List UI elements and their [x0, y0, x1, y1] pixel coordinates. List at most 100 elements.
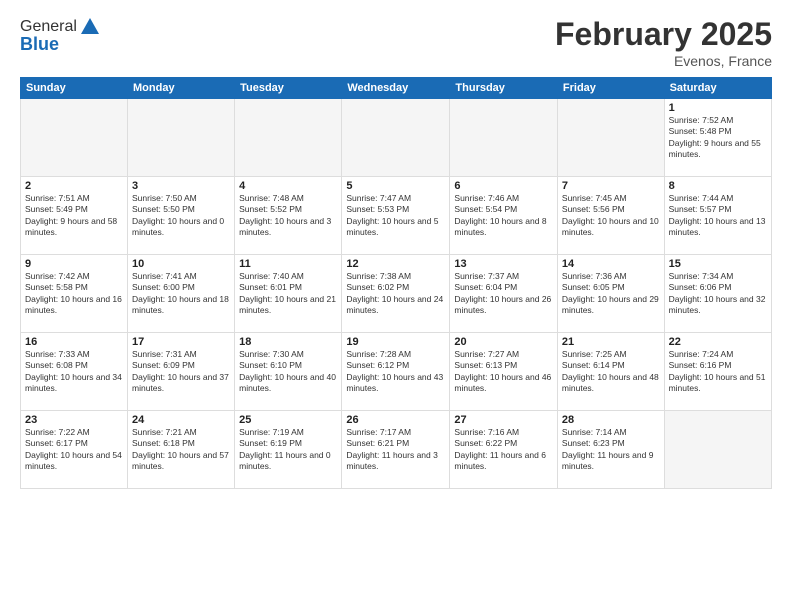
calendar-day-cell: 19Sunrise: 7:28 AM Sunset: 6:12 PM Dayli…: [342, 333, 450, 411]
header-saturday: Saturday: [664, 78, 771, 99]
day-info: Sunrise: 7:21 AM Sunset: 6:18 PM Dayligh…: [132, 427, 230, 473]
calendar-day-cell: 1Sunrise: 7:52 AM Sunset: 5:48 PM Daylig…: [664, 99, 771, 177]
calendar-day-cell: 6Sunrise: 7:46 AM Sunset: 5:54 PM Daylig…: [450, 177, 558, 255]
title-block: February 2025 Evenos, France: [555, 16, 772, 69]
day-number: 5: [346, 180, 445, 192]
day-number: 12: [346, 258, 445, 270]
day-info: Sunrise: 7:48 AM Sunset: 5:52 PM Dayligh…: [239, 193, 337, 239]
day-info: Sunrise: 7:16 AM Sunset: 6:22 PM Dayligh…: [454, 427, 553, 473]
day-number: 14: [562, 258, 660, 270]
day-info: Sunrise: 7:19 AM Sunset: 6:19 PM Dayligh…: [239, 427, 337, 473]
calendar-day-cell: 21Sunrise: 7:25 AM Sunset: 6:14 PM Dayli…: [557, 333, 664, 411]
day-info: Sunrise: 7:31 AM Sunset: 6:09 PM Dayligh…: [132, 349, 230, 395]
page: General Blue February 2025 Evenos, Franc…: [0, 0, 792, 612]
calendar-day-cell: 27Sunrise: 7:16 AM Sunset: 6:22 PM Dayli…: [450, 411, 558, 489]
calendar-day-cell: [21, 99, 128, 177]
calendar-day-cell: [557, 99, 664, 177]
day-number: 21: [562, 336, 660, 348]
day-number: 20: [454, 336, 553, 348]
calendar-day-cell: 17Sunrise: 7:31 AM Sunset: 6:09 PM Dayli…: [128, 333, 235, 411]
header-sunday: Sunday: [21, 78, 128, 99]
calendar-week-row: 16Sunrise: 7:33 AM Sunset: 6:08 PM Dayli…: [21, 333, 772, 411]
location: Evenos, France: [555, 53, 772, 69]
header-tuesday: Tuesday: [235, 78, 342, 99]
calendar-day-cell: 26Sunrise: 7:17 AM Sunset: 6:21 PM Dayli…: [342, 411, 450, 489]
day-number: 10: [132, 258, 230, 270]
day-number: 27: [454, 414, 553, 426]
day-info: Sunrise: 7:38 AM Sunset: 6:02 PM Dayligh…: [346, 271, 445, 317]
calendar-week-row: 23Sunrise: 7:22 AM Sunset: 6:17 PM Dayli…: [21, 411, 772, 489]
day-info: Sunrise: 7:51 AM Sunset: 5:49 PM Dayligh…: [25, 193, 123, 239]
header-friday: Friday: [557, 78, 664, 99]
day-info: Sunrise: 7:36 AM Sunset: 6:05 PM Dayligh…: [562, 271, 660, 317]
day-info: Sunrise: 7:28 AM Sunset: 6:12 PM Dayligh…: [346, 349, 445, 395]
day-number: 17: [132, 336, 230, 348]
calendar-day-cell: 11Sunrise: 7:40 AM Sunset: 6:01 PM Dayli…: [235, 255, 342, 333]
day-info: Sunrise: 7:27 AM Sunset: 6:13 PM Dayligh…: [454, 349, 553, 395]
calendar-day-cell: 10Sunrise: 7:41 AM Sunset: 6:00 PM Dayli…: [128, 255, 235, 333]
calendar-day-cell: 12Sunrise: 7:38 AM Sunset: 6:02 PM Dayli…: [342, 255, 450, 333]
calendar-day-cell: 3Sunrise: 7:50 AM Sunset: 5:50 PM Daylig…: [128, 177, 235, 255]
day-info: Sunrise: 7:47 AM Sunset: 5:53 PM Dayligh…: [346, 193, 445, 239]
calendar-day-cell: [664, 411, 771, 489]
day-info: Sunrise: 7:24 AM Sunset: 6:16 PM Dayligh…: [669, 349, 767, 395]
day-info: Sunrise: 7:41 AM Sunset: 6:00 PM Dayligh…: [132, 271, 230, 317]
day-number: 8: [669, 180, 767, 192]
calendar-day-cell: 25Sunrise: 7:19 AM Sunset: 6:19 PM Dayli…: [235, 411, 342, 489]
calendar-table: Sunday Monday Tuesday Wednesday Thursday…: [20, 77, 772, 489]
header-monday: Monday: [128, 78, 235, 99]
calendar-week-row: 9Sunrise: 7:42 AM Sunset: 5:58 PM Daylig…: [21, 255, 772, 333]
day-number: 6: [454, 180, 553, 192]
day-number: 18: [239, 336, 337, 348]
day-number: 11: [239, 258, 337, 270]
month-title: February 2025: [555, 16, 772, 53]
day-number: 24: [132, 414, 230, 426]
day-info: Sunrise: 7:22 AM Sunset: 6:17 PM Dayligh…: [25, 427, 123, 473]
calendar-day-cell: [342, 99, 450, 177]
day-number: 28: [562, 414, 660, 426]
day-number: 25: [239, 414, 337, 426]
calendar-day-cell: 14Sunrise: 7:36 AM Sunset: 6:05 PM Dayli…: [557, 255, 664, 333]
day-number: 4: [239, 180, 337, 192]
day-number: 19: [346, 336, 445, 348]
calendar-week-row: 1Sunrise: 7:52 AM Sunset: 5:48 PM Daylig…: [21, 99, 772, 177]
calendar-day-cell: 13Sunrise: 7:37 AM Sunset: 6:04 PM Dayli…: [450, 255, 558, 333]
calendar-day-cell: 5Sunrise: 7:47 AM Sunset: 5:53 PM Daylig…: [342, 177, 450, 255]
day-info: Sunrise: 7:14 AM Sunset: 6:23 PM Dayligh…: [562, 427, 660, 473]
header-wednesday: Wednesday: [342, 78, 450, 99]
day-number: 16: [25, 336, 123, 348]
day-info: Sunrise: 7:46 AM Sunset: 5:54 PM Dayligh…: [454, 193, 553, 239]
header: General Blue February 2025 Evenos, Franc…: [20, 16, 772, 69]
calendar-day-cell: [450, 99, 558, 177]
day-info: Sunrise: 7:37 AM Sunset: 6:04 PM Dayligh…: [454, 271, 553, 317]
calendar-day-cell: 4Sunrise: 7:48 AM Sunset: 5:52 PM Daylig…: [235, 177, 342, 255]
day-number: 22: [669, 336, 767, 348]
calendar-day-cell: 20Sunrise: 7:27 AM Sunset: 6:13 PM Dayli…: [450, 333, 558, 411]
calendar-week-row: 2Sunrise: 7:51 AM Sunset: 5:49 PM Daylig…: [21, 177, 772, 255]
calendar-day-cell: [128, 99, 235, 177]
calendar-day-cell: 9Sunrise: 7:42 AM Sunset: 5:58 PM Daylig…: [21, 255, 128, 333]
weekday-header-row: Sunday Monday Tuesday Wednesday Thursday…: [21, 78, 772, 99]
day-number: 7: [562, 180, 660, 192]
calendar-day-cell: [235, 99, 342, 177]
calendar-day-cell: 15Sunrise: 7:34 AM Sunset: 6:06 PM Dayli…: [664, 255, 771, 333]
day-info: Sunrise: 7:52 AM Sunset: 5:48 PM Dayligh…: [669, 115, 767, 161]
day-number: 15: [669, 258, 767, 270]
calendar-day-cell: 28Sunrise: 7:14 AM Sunset: 6:23 PM Dayli…: [557, 411, 664, 489]
logo: General Blue: [20, 16, 101, 55]
header-thursday: Thursday: [450, 78, 558, 99]
day-info: Sunrise: 7:17 AM Sunset: 6:21 PM Dayligh…: [346, 427, 445, 473]
calendar-day-cell: 18Sunrise: 7:30 AM Sunset: 6:10 PM Dayli…: [235, 333, 342, 411]
day-number: 1: [669, 102, 767, 114]
calendar-day-cell: 2Sunrise: 7:51 AM Sunset: 5:49 PM Daylig…: [21, 177, 128, 255]
calendar-day-cell: 22Sunrise: 7:24 AM Sunset: 6:16 PM Dayli…: [664, 333, 771, 411]
day-number: 3: [132, 180, 230, 192]
day-info: Sunrise: 7:45 AM Sunset: 5:56 PM Dayligh…: [562, 193, 660, 239]
day-info: Sunrise: 7:42 AM Sunset: 5:58 PM Dayligh…: [25, 271, 123, 317]
day-info: Sunrise: 7:30 AM Sunset: 6:10 PM Dayligh…: [239, 349, 337, 395]
day-info: Sunrise: 7:44 AM Sunset: 5:57 PM Dayligh…: [669, 193, 767, 239]
day-info: Sunrise: 7:40 AM Sunset: 6:01 PM Dayligh…: [239, 271, 337, 317]
calendar-day-cell: 8Sunrise: 7:44 AM Sunset: 5:57 PM Daylig…: [664, 177, 771, 255]
day-number: 23: [25, 414, 123, 426]
calendar-day-cell: 24Sunrise: 7:21 AM Sunset: 6:18 PM Dayli…: [128, 411, 235, 489]
